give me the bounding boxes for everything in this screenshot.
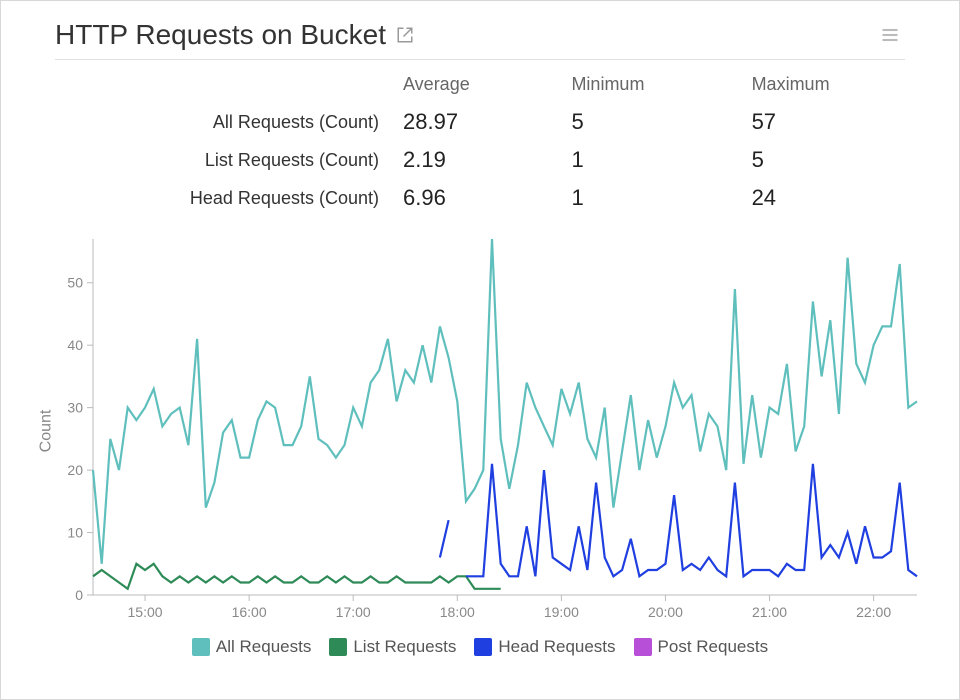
row-label: Head Requests (Count) <box>31 179 391 217</box>
svg-text:18:00: 18:00 <box>440 604 475 620</box>
hamburger-menu-icon[interactable] <box>875 21 905 49</box>
svg-text:17:00: 17:00 <box>336 604 371 620</box>
legend-label: List Requests <box>353 637 456 657</box>
row-avg: 6.96 <box>391 179 559 217</box>
stats-table: Average Minimum Maximum All Requests (Co… <box>31 70 929 217</box>
legend-label: Head Requests <box>498 637 615 657</box>
legend-label: Post Requests <box>658 637 769 657</box>
svg-text:40: 40 <box>67 337 83 353</box>
row-min: 5 <box>559 103 739 141</box>
legend-label: All Requests <box>216 637 311 657</box>
legend-item-all[interactable]: All Requests <box>192 637 311 657</box>
svg-text:50: 50 <box>67 275 83 291</box>
svg-text:15:00: 15:00 <box>128 604 163 620</box>
col-avg: Average <box>391 70 559 103</box>
svg-text:0: 0 <box>75 587 83 603</box>
svg-text:22:00: 22:00 <box>856 604 891 620</box>
legend: All Requests List Requests Head Requests… <box>31 637 929 657</box>
table-row: All Requests (Count) 28.97 5 57 <box>31 103 929 141</box>
table-row: List Requests (Count) 2.19 1 5 <box>31 141 929 179</box>
row-max: 57 <box>740 103 929 141</box>
swatch-icon <box>329 638 347 656</box>
row-min: 1 <box>559 141 739 179</box>
table-row: Head Requests (Count) 6.96 1 24 <box>31 179 929 217</box>
svg-text:30: 30 <box>67 400 83 416</box>
external-link-icon[interactable] <box>396 26 414 44</box>
line-chart: 0 10 20 30 40 50 15:00 16:00 17:00 18:00 19:00 20:0… <box>31 231 929 631</box>
swatch-icon <box>634 638 652 656</box>
row-min: 1 <box>559 179 739 217</box>
swatch-icon <box>474 638 492 656</box>
svg-text:20: 20 <box>67 462 83 478</box>
col-min: Minimum <box>559 70 739 103</box>
svg-text:10: 10 <box>67 525 83 541</box>
legend-item-head[interactable]: Head Requests <box>474 637 615 657</box>
legend-item-list[interactable]: List Requests <box>329 637 456 657</box>
panel-title: HTTP Requests on Bucket <box>55 19 414 51</box>
y-axis-label: Count <box>37 410 55 453</box>
row-avg: 2.19 <box>391 141 559 179</box>
svg-text:21:00: 21:00 <box>752 604 787 620</box>
swatch-icon <box>192 638 210 656</box>
chart-panel: HTTP Requests on Bucket Average Minimum … <box>0 0 960 700</box>
row-max: 5 <box>740 141 929 179</box>
legend-item-post[interactable]: Post Requests <box>634 637 769 657</box>
stats-header-row: Average Minimum Maximum <box>31 70 929 103</box>
row-label: List Requests (Count) <box>31 141 391 179</box>
svg-text:20:00: 20:00 <box>648 604 683 620</box>
row-max: 24 <box>740 179 929 217</box>
chart-area: Count 0 10 20 30 40 50 15:00 16:00 17:00 18:00 19:… <box>31 231 929 631</box>
row-label: All Requests (Count) <box>31 103 391 141</box>
svg-text:19:00: 19:00 <box>544 604 579 620</box>
col-max: Maximum <box>740 70 929 103</box>
svg-text:16:00: 16:00 <box>232 604 267 620</box>
row-avg: 28.97 <box>391 103 559 141</box>
panel-title-text: HTTP Requests on Bucket <box>55 19 386 51</box>
panel-header: HTTP Requests on Bucket <box>55 19 905 60</box>
